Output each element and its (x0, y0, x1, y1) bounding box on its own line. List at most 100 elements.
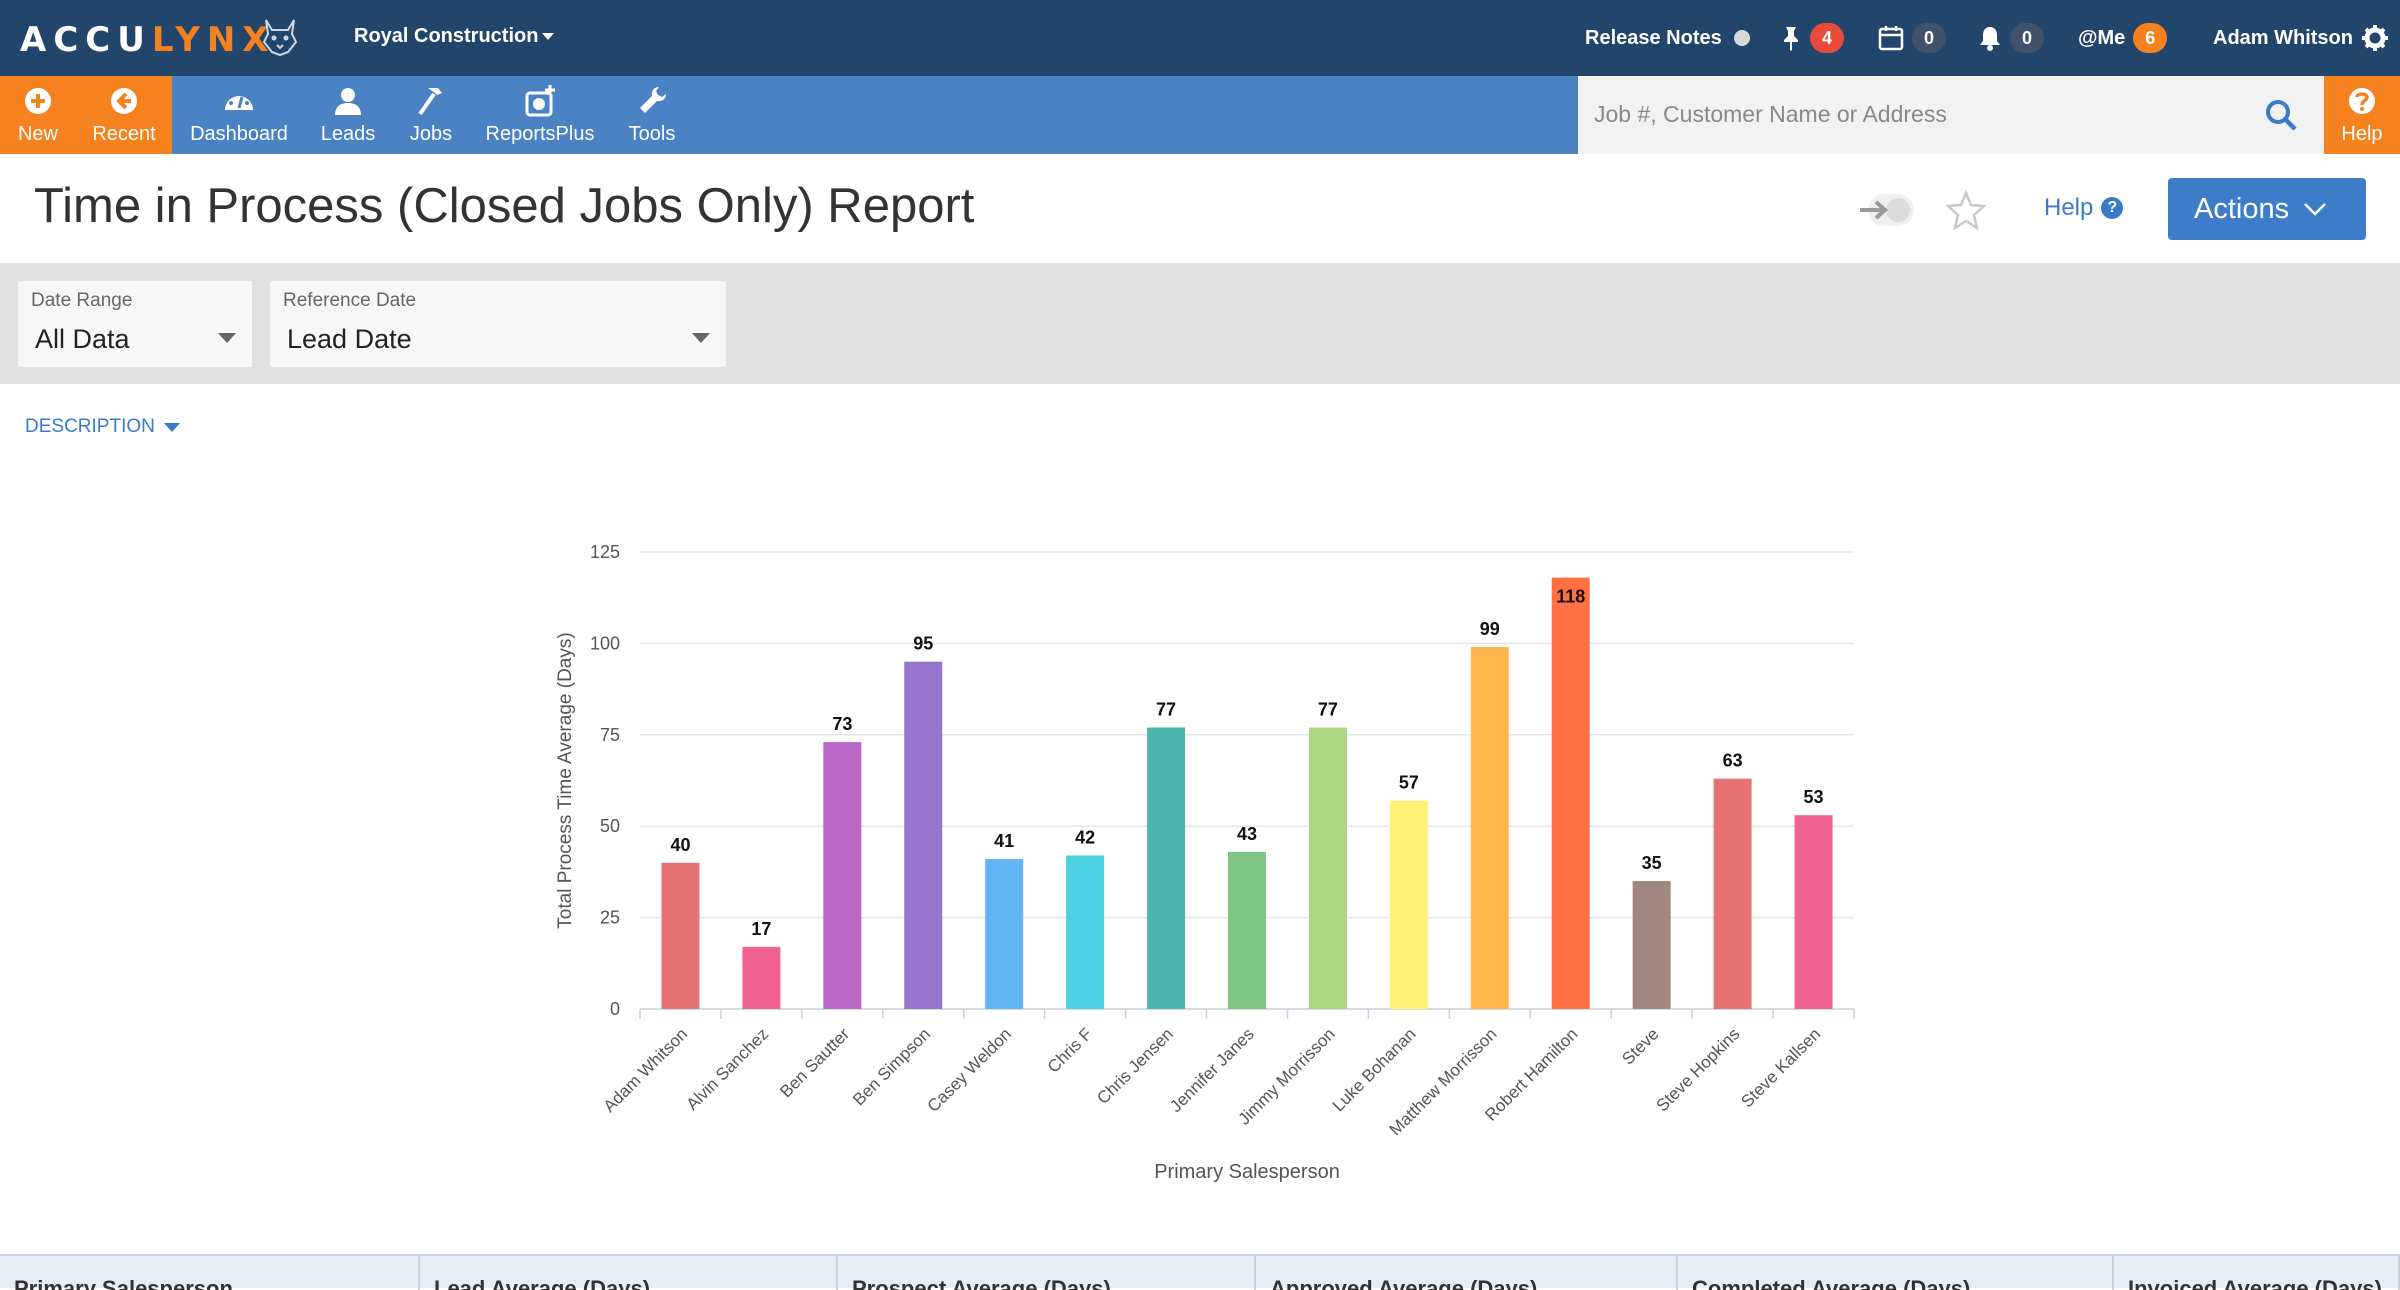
caret-down-icon (163, 422, 180, 432)
description-toggle[interactable]: DESCRIPTION (25, 416, 180, 438)
mentions-button[interactable]: @Me 6 (2078, 0, 2168, 76)
date-range-select[interactable]: Date Range All Data (18, 281, 252, 367)
bar (1551, 577, 1590, 1009)
toggle-pin-icon[interactable] (1858, 190, 1916, 230)
x-tick-label: Casey Weldon (924, 1024, 1015, 1115)
data-label: 77 (1156, 699, 1176, 719)
data-label: 40 (670, 835, 690, 855)
bar (1147, 727, 1186, 1009)
question-circle-icon (2349, 88, 2375, 114)
star-icon[interactable] (1946, 190, 1986, 230)
x-tick-label: Chris Jensen (1093, 1024, 1177, 1108)
x-tick-label: Steve Kallsen (1737, 1024, 1824, 1111)
table-header: Primary Salesperson Lead Average (Days) Pr… (0, 1254, 2400, 1290)
release-notes-status-dot (1733, 30, 1750, 46)
y-tick-label: 100 (590, 633, 620, 653)
release-notes-link[interactable]: Release Notes (1585, 0, 1750, 76)
bar (1389, 800, 1428, 1009)
nav-jobs[interactable]: Jobs (394, 76, 468, 154)
data-label: 77 (1318, 699, 1338, 719)
bell-icon (1980, 27, 2000, 51)
x-axis-title: Primary Salesperson (1154, 1161, 1340, 1183)
y-tick-label: 125 (590, 542, 620, 562)
x-tick-label: Adam Whitson (600, 1024, 692, 1116)
notifications-count-badge: 0 (2010, 23, 2044, 53)
top-header: ACCULYNX Royal Construction Release Note… (0, 0, 2400, 76)
nav-reportsplus[interactable]: ReportsPlus (478, 76, 602, 154)
column-header[interactable]: Primary Salesperson (0, 1256, 420, 1290)
nav-dashboard[interactable]: Dashboard (178, 76, 300, 154)
x-tick-label: Alvin Sanchez (683, 1024, 773, 1114)
bar (1470, 647, 1509, 1009)
column-header[interactable]: Completed Average (Days) (1678, 1256, 2114, 1290)
data-label: 35 (1642, 853, 1662, 873)
nav-leads[interactable]: Leads (310, 76, 386, 154)
company-switcher[interactable]: Royal Construction (354, 25, 555, 48)
x-tick-label: Ben Sautter (776, 1024, 853, 1101)
search-input[interactable] (1594, 96, 2254, 132)
search-icon[interactable] (2264, 98, 2298, 132)
reference-date-select[interactable]: Reference Date Lead Date (270, 281, 726, 367)
data-label: 73 (832, 714, 852, 734)
nav-new[interactable]: New (0, 76, 76, 154)
search-bar (1578, 76, 2324, 154)
notifications-button[interactable]: 0 (1978, 0, 2044, 76)
bar (1794, 815, 1833, 1009)
gear-icon[interactable] (2361, 24, 2389, 52)
data-label: 95 (913, 634, 933, 654)
lynx-logo-icon (262, 19, 298, 56)
column-header[interactable]: Approved Average (Days) (1256, 1256, 1678, 1290)
x-tick-label: Chris F (1044, 1024, 1096, 1076)
reports-plus-icon (525, 85, 555, 117)
caret-down-icon (218, 333, 236, 343)
data-label: 43 (1237, 824, 1257, 844)
x-tick-label: Jennifer Janes (1166, 1024, 1258, 1116)
wrench-icon (640, 87, 666, 113)
bar (661, 862, 700, 1009)
y-axis-title: Total Process Time Average (Days) (555, 632, 576, 928)
y-tick-label: 25 (600, 908, 620, 928)
nav-recent[interactable]: Recent (86, 76, 162, 154)
data-label: 63 (1723, 751, 1743, 771)
data-label: 99 (1480, 619, 1500, 639)
x-tick-label: Steve (1618, 1024, 1662, 1068)
pins-button[interactable]: 4 (1780, 0, 1844, 76)
data-label: 57 (1399, 773, 1419, 793)
bar (985, 859, 1024, 1009)
main-nav: New Recent Dashboard Leads Jobs ReportsP… (0, 76, 2400, 154)
y-tick-label: 50 (600, 816, 620, 836)
bar (1713, 778, 1752, 1009)
data-label: 118 (1556, 587, 1585, 607)
bar (1308, 727, 1347, 1009)
page-help-link[interactable]: Help? (2044, 194, 2124, 222)
user-icon (335, 88, 361, 115)
bar (823, 742, 862, 1009)
y-tick-label: 75 (600, 725, 620, 745)
caret-down-icon (692, 333, 710, 343)
nav-tools[interactable]: Tools (612, 76, 692, 154)
column-header[interactable]: Lead Average (Days) (420, 1256, 838, 1290)
hammer-icon (418, 88, 442, 116)
arrow-left-circle-icon (111, 88, 137, 114)
calendar-button[interactable]: 0 (1878, 0, 1946, 76)
data-label: 42 (1075, 827, 1095, 847)
nav-help[interactable]: Help (2324, 76, 2400, 154)
data-label: 17 (751, 919, 771, 939)
data-label: 53 (1804, 787, 1824, 807)
actions-button[interactable]: Actions (2168, 178, 2366, 240)
column-header[interactable]: Invoiced Average (Days) (2114, 1256, 2400, 1290)
column-header[interactable]: Prospect Average (Days) (838, 1256, 1256, 1290)
filter-bar: Date Range All Data Reference Date Lead … (0, 263, 2400, 384)
chevron-down-icon (542, 33, 555, 41)
user-menu[interactable]: Adam Whitson (2213, 0, 2389, 76)
page-title: Time in Process (Closed Jobs Only) Repor… (34, 179, 975, 233)
help-circle-icon: ? (2101, 197, 2124, 219)
calendar-icon (1878, 26, 1904, 51)
mentions-label: @Me (2078, 26, 2126, 49)
data-label: 41 (994, 831, 1014, 851)
dashboard-gauge-icon (225, 93, 253, 110)
pins-count-badge: 4 (1810, 23, 1844, 53)
pin-icon (1784, 27, 1798, 51)
user-name: Adam Whitson (2213, 26, 2353, 49)
acculynx-logo[interactable]: ACCULYNX (20, 20, 276, 60)
